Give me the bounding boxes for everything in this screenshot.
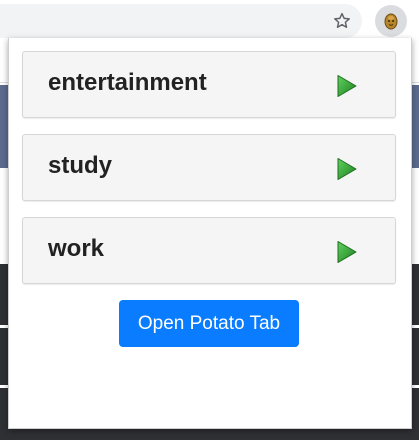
extension-popup: entertainment study work Open Potato Tab [8, 38, 412, 429]
browser-window: t entertainment study [0, 0, 419, 440]
play-triangle-icon[interactable] [336, 240, 358, 264]
category-card-study[interactable]: study [22, 134, 396, 201]
category-label: study [48, 152, 113, 179]
bookmark-star-button[interactable] [329, 8, 355, 34]
potato-extension-button[interactable] [375, 5, 407, 37]
category-label: work [48, 235, 105, 262]
open-potato-tab-button[interactable]: Open Potato Tab [119, 300, 299, 347]
star-outline-icon [334, 12, 350, 28]
potato-extension-icon [384, 13, 398, 30]
play-triangle-icon[interactable] [336, 74, 358, 98]
browser-toolbar [0, 0, 419, 42]
category-card-entertainment[interactable]: entertainment [22, 51, 396, 118]
category-label: entertainment [48, 69, 207, 96]
category-card-work[interactable]: work [22, 217, 396, 284]
play-triangle-icon[interactable] [336, 157, 358, 181]
address-bar[interactable] [0, 4, 362, 38]
